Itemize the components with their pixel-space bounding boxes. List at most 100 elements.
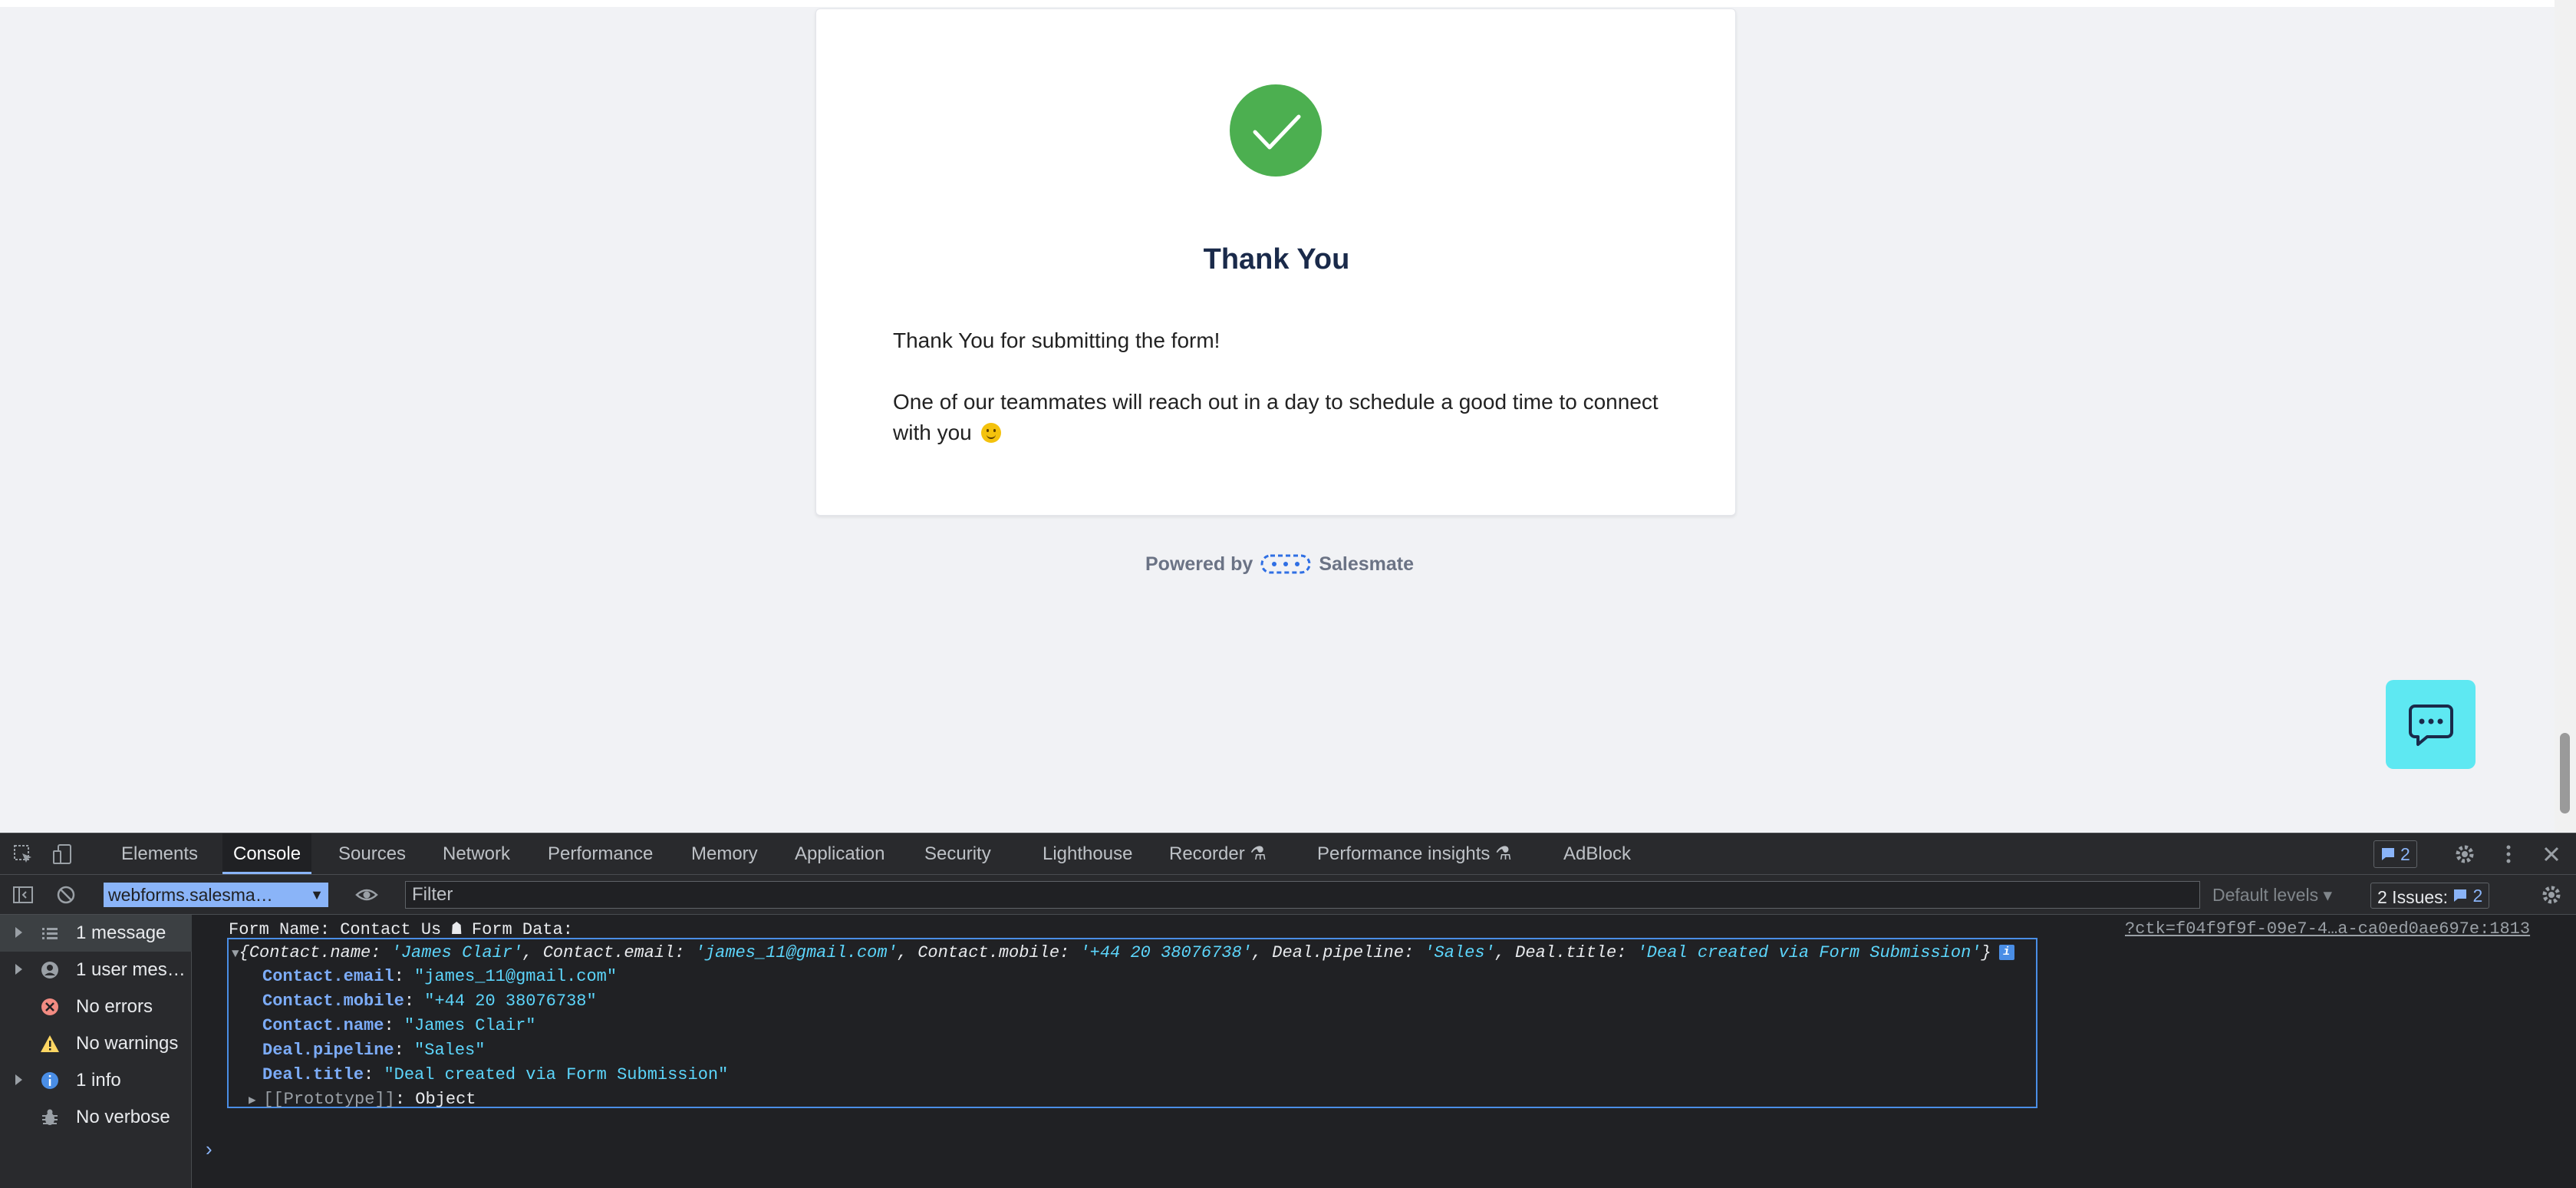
chat-widget-button[interactable]	[2386, 680, 2476, 769]
close-icon[interactable]	[2539, 842, 2564, 866]
object-property[interactable]: Deal.title: "Deal created via Form Submi…	[262, 1065, 728, 1084]
prototype-key: [[Prototype]]	[263, 1090, 395, 1109]
clear-console-icon[interactable]	[54, 883, 78, 907]
inspect-element-icon[interactable]	[11, 842, 35, 866]
property-value: "Deal created via Form Submission"	[384, 1065, 729, 1084]
object-property[interactable]: Contact.email: "james_11@gmail.com"	[262, 967, 617, 986]
sidebar-item-label: No warnings	[76, 1033, 179, 1054]
console-sidebar: 1 message 1 user mes… No errors No warni…	[0, 915, 192, 1188]
summary-key: }	[1981, 943, 1991, 962]
devtools-tabbar: Elements Console Sources Network Perform…	[0, 833, 2576, 875]
tab-recorder-label: Recorder	[1169, 843, 1245, 864]
info-icon	[41, 1072, 58, 1089]
summary-key: ,	[897, 943, 918, 962]
tab-network[interactable]: Network	[432, 833, 521, 874]
console-toolbar: webforms.salesma… ▼ Default levels ▾ 2 I…	[0, 875, 2576, 915]
bug-icon	[42, 1109, 58, 1125]
expand-arrow-icon[interactable]	[15, 927, 22, 938]
thank-you-card: Thank You Thank You for submitting the f…	[815, 8, 1736, 516]
tab-sources[interactable]: Sources	[328, 833, 417, 874]
page-scrollbar[interactable]	[2555, 0, 2576, 833]
prototype-value: Object	[415, 1090, 476, 1109]
chevron-down-icon: ▼	[310, 887, 324, 903]
summary-key: {	[239, 943, 249, 962]
summary-value: '+44 20 38076738'	[1079, 943, 1252, 962]
sidebar-item-info[interactable]: 1 info	[0, 1062, 192, 1099]
log-header: Form Name: Contact Us ☗ Form Data:	[229, 920, 573, 939]
issues-button[interactable]: 2 Issues: 2	[2370, 883, 2490, 909]
sidebar-item-verbose[interactable]: No verbose	[0, 1099, 192, 1136]
smile-emoji-icon	[980, 423, 1001, 443]
device-toolbar-icon[interactable]	[51, 842, 75, 866]
object-property[interactable]: Deal.pipeline: "Sales"	[262, 1041, 485, 1060]
tab-lighthouse[interactable]: Lighthouse	[1032, 833, 1143, 874]
summary-key: Deal.title	[1515, 943, 1617, 962]
sidebar-item-label: No verbose	[76, 1107, 170, 1127]
prototype-row[interactable]: ▶ [[Prototype]]: Object	[249, 1090, 476, 1109]
sidebar-item-warnings[interactable]: No warnings	[0, 1025, 192, 1062]
object-summary[interactable]: ▼{Contact.name: 'James Clair', Contact.e…	[232, 943, 2014, 962]
property-key: Contact.mobile	[262, 992, 404, 1011]
console-output: Form Name: Contact Us ☗ Form Data: ?ctk=…	[192, 915, 2576, 1188]
tab-recorder[interactable]: Recorder ⚗	[1158, 833, 1277, 874]
summary-value: 'james_11@gmail.com'	[694, 943, 898, 962]
object-info-icon[interactable]: i	[1998, 945, 2014, 961]
check-circle-icon	[1230, 84, 1322, 177]
default-levels-label: Default levels	[2212, 885, 2319, 905]
issues-badge[interactable]: 2	[2373, 840, 2417, 868]
sidebar-item-messages[interactable]: 1 message	[0, 915, 192, 952]
eye-icon[interactable]	[354, 883, 379, 907]
prototype-colon: :	[394, 1090, 416, 1109]
page-scrollbar-thumb[interactable]	[2560, 733, 2570, 813]
summary-key: :	[371, 943, 391, 962]
page-top-strip	[0, 0, 2555, 7]
thank-you-title: Thank You	[1203, 243, 1350, 276]
summary-key: :	[674, 943, 695, 962]
sidebar-item-user-messages[interactable]: 1 user mes…	[0, 952, 192, 988]
property-value: "Sales"	[414, 1041, 486, 1060]
expand-arrow-icon[interactable]: ▼	[232, 947, 239, 961]
chat-bubble-icon	[2409, 705, 2453, 746]
default-levels-dropdown[interactable]: Default levels ▾	[2212, 875, 2332, 915]
tab-performance-insights[interactable]: Performance insights ⚗	[1306, 833, 1523, 874]
tab-performance-insights-label: Performance insights	[1317, 843, 1491, 864]
property-colon: :	[394, 967, 415, 986]
console-prompt-icon[interactable]: ›	[206, 1137, 212, 1161]
summary-key: ,	[522, 943, 543, 962]
sidebar-item-label: 1 message	[76, 922, 166, 943]
devtools-panel: Elements Console Sources Network Perform…	[0, 833, 2576, 1188]
object-property[interactable]: Contact.name: "James Clair"	[262, 1016, 535, 1035]
property-value: "james_11@gmail.com"	[414, 967, 618, 986]
object-property[interactable]: Contact.mobile: "+44 20 38076738"	[262, 992, 597, 1011]
gear-icon[interactable]	[2452, 842, 2477, 866]
tab-performance[interactable]: Performance	[537, 833, 664, 874]
expand-arrow-icon[interactable]: ▶	[249, 1094, 263, 1107]
summary-key: :	[1059, 943, 1080, 962]
filter-input[interactable]	[405, 881, 2200, 909]
tab-adblock[interactable]: AdBlock	[1553, 833, 1642, 874]
expand-arrow-icon[interactable]	[15, 1074, 22, 1085]
tab-memory[interactable]: Memory	[680, 833, 769, 874]
tab-security[interactable]: Security	[914, 833, 1002, 874]
sidebar-toggle-icon[interactable]	[11, 883, 35, 907]
tab-console[interactable]: Console	[222, 833, 312, 874]
summary-key: Contact.name	[249, 943, 371, 962]
chevron-down-icon: ▾	[2323, 885, 2333, 905]
follow-up-message: One of our teammates will reach out in a…	[893, 387, 1675, 448]
property-colon: :	[404, 992, 425, 1011]
expand-arrow-icon[interactable]	[15, 964, 22, 975]
context-selector[interactable]: webforms.salesma… ▼	[104, 883, 328, 907]
property-colon: :	[384, 1016, 404, 1035]
console-settings-gear-icon[interactable]	[2539, 883, 2564, 907]
sidebar-item-errors[interactable]: No errors	[0, 988, 192, 1025]
tab-elements[interactable]: Elements	[110, 833, 209, 874]
warning-icon	[41, 1035, 59, 1052]
log-source-link[interactable]: ?ctk=f04f9f9f-09e7-4…a-ca0ed0ae697e:1813	[2125, 919, 2530, 939]
issues-count-badge: 2	[2452, 883, 2482, 908]
summary-key: :	[1616, 943, 1637, 962]
tab-application[interactable]: Application	[784, 833, 895, 874]
more-options-icon[interactable]	[2496, 842, 2521, 866]
powered-by[interactable]: Powered by Salesmate	[1145, 553, 1414, 576]
summary-value: 'Sales'	[1424, 943, 1495, 962]
list-icon	[42, 928, 58, 939]
